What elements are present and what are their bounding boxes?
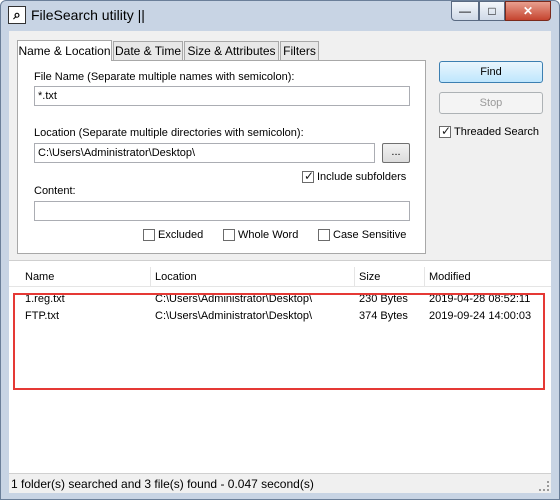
resize-grip-icon[interactable] — [539, 481, 549, 491]
excluded-checkbox[interactable]: Excluded — [143, 229, 203, 241]
file-name-label: File Name (Separate multiple names with … — [34, 71, 295, 83]
whole-word-check-icon — [223, 229, 235, 241]
table-row[interactable]: 1.reg.txt C:\Users\Administrator\Desktop… — [9, 291, 551, 307]
app-window: ⌕ FileSearch utility || — □ ✕ Name & Loc… — [0, 0, 560, 500]
results-header: Name Location Size Modified — [9, 267, 551, 287]
case-sensitive-label: Case Sensitive — [333, 229, 407, 241]
column-header-modified[interactable]: Modified — [425, 267, 541, 287]
row-size: 374 Bytes — [359, 310, 408, 322]
include-subfolders-label: Include subfolders — [317, 171, 407, 183]
whole-word-checkbox[interactable]: Whole Word — [223, 229, 298, 241]
client-area: Name & Location Date & Time Size & Attri… — [9, 31, 551, 493]
find-button[interactable]: Find — [439, 61, 543, 83]
row-modified: 2019-04-28 08:52:11 — [429, 293, 531, 305]
column-header-size[interactable]: Size — [355, 267, 425, 287]
tab-filters[interactable]: Filters — [280, 41, 319, 61]
whole-word-label: Whole Word — [238, 229, 299, 241]
stop-button[interactable]: Stop — [439, 92, 543, 114]
row-size: 230 Bytes — [359, 293, 408, 305]
content-label: Content: — [34, 185, 76, 197]
include-subfolders-check-icon — [302, 169, 314, 183]
title-bar[interactable]: ⌕ FileSearch utility || — □ ✕ — [1, 1, 559, 31]
tab-name-location[interactable]: Name & Location — [17, 40, 112, 61]
row-modified: 2019-09-24 14:00:03 — [429, 310, 532, 322]
threaded-search-label: Threaded Search — [454, 126, 539, 138]
location-input[interactable]: C:\Users\Administrator\Desktop\ — [34, 143, 375, 163]
results-list[interactable]: Name Location Size Modified 1.reg.txt C:… — [9, 260, 551, 473]
row-location: C:\Users\Administrator\Desktop\ — [155, 310, 313, 322]
status-bar: 1 folder(s) searched and 3 file(s) found… — [9, 473, 551, 493]
close-button[interactable]: ✕ — [505, 1, 551, 21]
maximize-button[interactable]: □ — [479, 1, 505, 21]
case-sensitive-check-icon — [318, 229, 330, 241]
window-title: FileSearch utility || — [31, 7, 145, 23]
table-row[interactable]: FTP.txt C:\Users\Administrator\Desktop\ … — [9, 308, 551, 324]
column-header-location[interactable]: Location — [151, 267, 355, 287]
tab-size-attributes[interactable]: Size & Attributes — [184, 41, 279, 61]
app-icon: ⌕ — [8, 6, 26, 24]
file-name-input[interactable]: *.txt — [34, 86, 410, 106]
status-text: 1 folder(s) searched and 3 file(s) found… — [11, 477, 314, 491]
excluded-check-icon — [143, 229, 155, 241]
threaded-search-check-icon — [439, 124, 451, 138]
name-location-panel: File Name (Separate multiple names with … — [17, 60, 426, 254]
content-input[interactable] — [34, 201, 410, 221]
threaded-search-checkbox[interactable]: Threaded Search — [439, 124, 539, 138]
minimize-button[interactable]: — — [451, 1, 479, 21]
column-header-name[interactable]: Name — [21, 267, 151, 287]
row-name: FTP.txt — [25, 310, 60, 322]
row-name: 1.reg.txt — [25, 293, 65, 305]
location-label: Location (Separate multiple directories … — [34, 127, 304, 139]
row-location: C:\Users\Administrator\Desktop\ — [155, 293, 313, 305]
browse-button[interactable]: ... — [382, 143, 410, 163]
include-subfolders-checkbox[interactable]: Include subfolders — [302, 169, 407, 183]
case-sensitive-checkbox[interactable]: Case Sensitive — [318, 229, 406, 241]
tab-date-time[interactable]: Date & Time — [113, 41, 183, 61]
excluded-label: Excluded — [158, 229, 204, 241]
